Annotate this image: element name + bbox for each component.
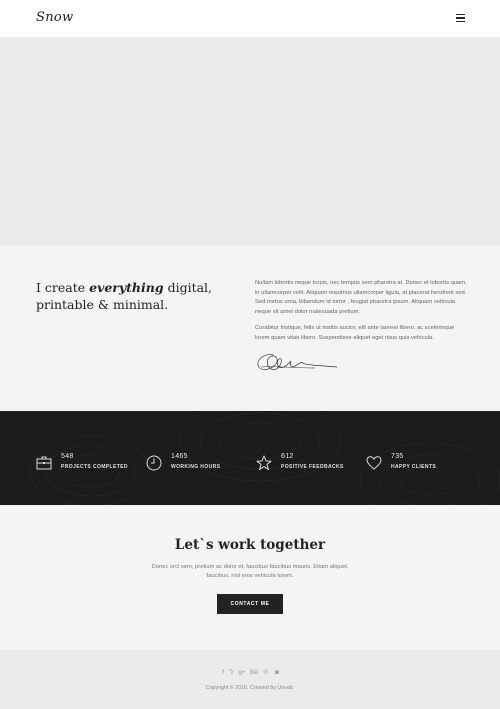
stat-value: 548 (61, 453, 74, 460)
clock-icon (146, 455, 162, 471)
copyright-text: Copyright © 2016. Created by Unvab. (205, 685, 295, 691)
stat-value: 612 (281, 453, 294, 460)
intro-headline: I create everything digital, printable &… (36, 279, 236, 313)
hamburger-icon[interactable] (456, 14, 465, 22)
menu-line (456, 20, 465, 22)
star-icon (256, 455, 272, 470)
instagram-icon[interactable]: ◙ (273, 669, 281, 677)
stat-value: 735 (391, 453, 404, 460)
intro-paragraph: Nullam lobortis neque turpis, nec tempus… (255, 280, 467, 315)
contact-me-button[interactable]: CONTACT ME (217, 594, 283, 614)
menu-line (456, 17, 465, 19)
intro-section: I create everything digital, printable &… (0, 245, 500, 411)
signature-icon (257, 354, 338, 370)
facebook-icon[interactable]: f (219, 669, 227, 677)
pinterest-icon[interactable]: ℗ (262, 669, 270, 677)
heart-icon (366, 456, 382, 470)
briefcase-icon (36, 456, 52, 470)
headline-text: I create (36, 280, 90, 295)
twitter-icon[interactable]: 𝕐 (228, 669, 236, 677)
contour-pattern (29, 411, 500, 505)
site-logo[interactable]: Snow (36, 10, 73, 25)
cta-text: Donec orci sem, pretium ac dolor et, fau… (151, 564, 349, 579)
headline-emphasis: everything (89, 280, 164, 295)
behance-icon[interactable]: Bē (250, 669, 258, 677)
contact-cta-section: Let`s work together Donec orci sem, pret… (0, 505, 500, 650)
menu-line (456, 14, 465, 16)
stat-label: PROJECTS COMPLETED (61, 464, 128, 470)
stat-label: POSITIVE FEEDBACKS (281, 464, 344, 470)
cta-title: Let`s work together (174, 537, 326, 553)
site-header: Snow (0, 0, 500, 37)
google-plus-icon[interactable]: g+ (238, 669, 246, 677)
intro-copy: Nullam lobortis neque turpis, nec tempus… (255, 279, 467, 343)
stat-value: 1465 (171, 453, 188, 460)
stat-label: WORKING HOURS (171, 464, 221, 470)
site-footer: f 𝕐 g+ Bē ℗ ◙ Copyright © 2016. Created … (0, 650, 500, 709)
hero-image-placeholder (0, 37, 500, 245)
intro-paragraph: Curabitur tristique, felis ut mattis auc… (255, 325, 455, 341)
stat-label: HAPPY CLIENTS (391, 464, 437, 470)
stats-section: 548 PROJECTS COMPLETED 1465 WORKING HOUR… (0, 411, 500, 505)
